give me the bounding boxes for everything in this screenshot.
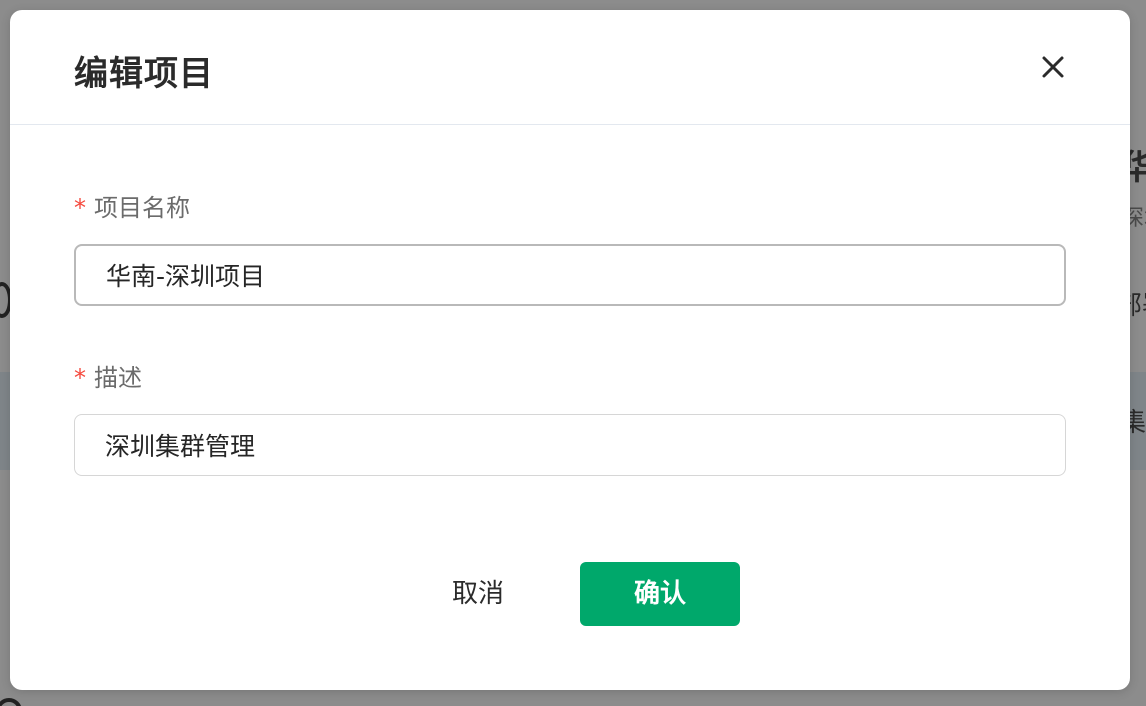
dialog-title: 编辑项目 [74, 54, 214, 94]
dialog-header: 编辑项目 [10, 10, 1130, 125]
cancel-button[interactable]: 取消 [428, 562, 528, 626]
project-name-label: * 项目名称 [74, 188, 190, 223]
confirm-button[interactable]: 确认 [580, 562, 740, 626]
close-icon [1042, 56, 1064, 78]
description-label: * 描述 [74, 358, 142, 393]
description-label-text: 描述 [94, 364, 142, 392]
background-circle-icon-2 [0, 698, 22, 706]
required-mark: * [74, 194, 86, 222]
close-button[interactable] [1038, 52, 1068, 82]
project-name-label-text: 项目名称 [94, 194, 190, 222]
required-mark: * [74, 364, 86, 392]
edit-project-dialog: 编辑项目 * 项目名称 * 描述 取消 确认 [10, 10, 1130, 690]
description-input[interactable] [74, 414, 1066, 476]
project-name-input[interactable] [74, 244, 1066, 306]
